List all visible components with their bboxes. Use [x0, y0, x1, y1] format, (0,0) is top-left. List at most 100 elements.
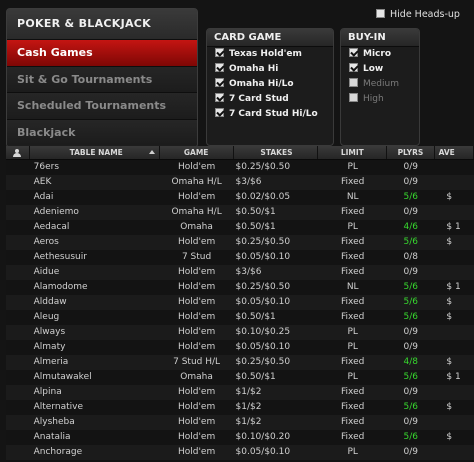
plyrs-cell: 0/8	[403, 252, 419, 262]
plyrs-cell: 0/9	[403, 387, 419, 397]
table-row[interactable]: Almutawakel Omaha $0.50/$1 PL 5/6 $ 1	[6, 370, 474, 385]
buy-in-option[interactable]: High	[341, 92, 419, 107]
avg-cell	[434, 325, 474, 340]
table-name-column-header[interactable]: TABLE NAME	[30, 146, 160, 159]
limit-cell: Fixed	[341, 237, 365, 247]
card-game-title: CARD GAME	[207, 29, 333, 47]
game-cell: Hold'em	[177, 162, 216, 172]
table-row[interactable]: Anatalia Hold'em $0.10/$0.20 Fixed 5/6 $	[6, 430, 474, 445]
table-name-cell: Alddaw	[33, 297, 67, 307]
buy-in-option-label: Low	[363, 64, 384, 74]
limit-cell: Fixed	[341, 267, 365, 277]
card-game-checkbox[interactable]	[215, 93, 224, 102]
game-cell: Omaha H/L	[171, 207, 222, 217]
game-cell: Hold'em	[177, 237, 216, 247]
avg-cell	[434, 205, 474, 220]
stakes-cell: $0.05/$0.10	[235, 342, 291, 352]
game-cell: Hold'em	[177, 402, 216, 412]
row-icon-cell	[6, 340, 30, 355]
buy-in-option[interactable]: Micro	[341, 47, 419, 62]
buy-in-checkbox[interactable]	[349, 63, 358, 72]
buy-in-checkbox[interactable]	[349, 78, 358, 87]
table-row[interactable]: Aidue Hold'em $3/$6 Fixed 0/9	[6, 265, 474, 280]
game-cell: Hold'em	[177, 312, 216, 322]
game-cell: Hold'em	[177, 447, 216, 457]
nav-item-sit-go[interactable]: Sit & Go Tournaments	[7, 65, 197, 92]
stakes-cell: $1/$2	[235, 417, 262, 427]
row-icon-cell	[6, 160, 30, 175]
card-game-option[interactable]: 7 Card Stud Hi/Lo	[207, 107, 333, 122]
table-row[interactable]: Adai Hold'em $0.02/$0.05 NL 5/6 $	[6, 190, 474, 205]
card-game-checkbox[interactable]	[215, 63, 224, 72]
person-icon	[13, 149, 22, 157]
stakes-column-header[interactable]: STAKES	[234, 146, 319, 159]
table-row[interactable]: Almeria 7 Stud H/L $0.25/$0.50 Fixed 4/8 $	[6, 355, 474, 370]
avg-column-header[interactable]: AVE	[435, 146, 474, 159]
row-icon-cell	[6, 295, 30, 310]
nav-item-scheduled-tournaments[interactable]: Scheduled Tournaments	[7, 92, 197, 119]
stakes-cell: $1/$2	[235, 402, 262, 412]
table-row[interactable]: Always Hold'em $0.10/$0.25 PL 0/9	[6, 325, 474, 340]
plyrs-cell: 0/9	[403, 417, 419, 427]
players-column-header[interactable]	[6, 146, 30, 159]
stakes-cell: $0.50/$1	[235, 207, 276, 217]
row-icon-cell	[6, 415, 30, 430]
table-row[interactable]: Alddaw Hold'em $0.05/$0.10 Fixed 5/6 $	[6, 295, 474, 310]
card-game-checkbox[interactable]	[215, 78, 224, 87]
row-icon-cell	[6, 400, 30, 415]
plyrs-column-header[interactable]: PLYRS	[387, 146, 435, 159]
buy-in-checkbox[interactable]	[349, 93, 358, 102]
stakes-cell: $0.50/$1	[235, 372, 276, 382]
card-game-option[interactable]: Texas Hold'em	[207, 47, 333, 62]
table-row[interactable]: Alysheba Hold'em $1/$2 Fixed 0/9	[6, 415, 474, 430]
game-cell: Hold'em	[177, 432, 216, 442]
buy-in-option[interactable]: Medium	[341, 77, 419, 92]
plyrs-cell: 5/6	[403, 372, 419, 382]
card-game-checkbox[interactable]	[215, 48, 224, 57]
game-cell: Hold'em	[177, 282, 216, 292]
row-icon-cell	[6, 445, 30, 460]
table-row[interactable]: Aedacal Omaha $0.50/$1 PL 4/6 $ 1	[6, 220, 474, 235]
stakes-cell: $0.10/$0.25	[235, 327, 291, 337]
table-name-cell: Adai	[33, 192, 54, 202]
table-row[interactable]: Alpina Hold'em $1/$2 Fixed 0/9	[6, 385, 474, 400]
buy-in-option[interactable]: Low	[341, 62, 419, 77]
limit-cell: PL	[347, 162, 358, 172]
card-game-option[interactable]: 7 Card Stud	[207, 92, 333, 107]
limit-cell: PL	[347, 372, 358, 382]
buy-in-checkbox[interactable]	[349, 48, 358, 57]
stakes-cell: $0.50/$1	[235, 222, 276, 232]
card-game-option[interactable]: Omaha Hi	[207, 62, 333, 77]
avg-cell: $ 1	[446, 372, 461, 382]
stakes-cell: $0.02/$0.05	[235, 192, 291, 202]
table-name-cell: Almutawakel	[33, 372, 92, 382]
card-game-option-label: Omaha Hi	[229, 64, 279, 74]
table-row[interactable]: Anchorage Hold'em $0.05/$0.10 PL 0/9	[6, 445, 474, 460]
hide-heads-up-toggle[interactable]: Hide Heads-up	[376, 8, 460, 22]
nav-item-cash-games[interactable]: Cash Games	[7, 39, 197, 66]
table-row[interactable]: 76ers Hold'em $0.25/$0.50 PL 0/9	[6, 160, 474, 175]
card-game-checkbox[interactable]	[215, 108, 224, 117]
limit-column-header[interactable]: LIMIT	[318, 146, 388, 159]
plyrs-cell: 5/6	[403, 237, 419, 247]
hide-heads-up-checkbox[interactable]	[376, 9, 385, 18]
table-row[interactable]: Almaty Hold'em $0.05/$0.10 PL 0/9	[6, 340, 474, 355]
table-row[interactable]: Aleug Hold'em $0.50/$1 Fixed 5/6 $	[6, 310, 474, 325]
plyrs-cell: 0/9	[403, 327, 419, 337]
plyrs-cell: 5/6	[403, 282, 419, 292]
table-row[interactable]: Alamodome Hold'em $0.25/$0.50 NL 5/6 $ 1	[6, 280, 474, 295]
table-row[interactable]: Adeniemo Omaha H/L $0.50/$1 Fixed 0/9	[6, 205, 474, 220]
table-row[interactable]: Aethesusuir 7 Stud $0.05/$0.10 Fixed 0/8	[6, 250, 474, 265]
table-row[interactable]: Alternative Hold'em $1/$2 Fixed 5/6 $	[6, 400, 474, 415]
table-row[interactable]: Aeros Hold'em $0.25/$0.50 Fixed 5/6 $	[6, 235, 474, 250]
card-game-option[interactable]: Omaha Hi/Lo	[207, 77, 333, 92]
stakes-cell: $0.25/$0.50	[235, 162, 291, 172]
table-row[interactable]: AEK Omaha H/L $3/$6 Fixed 0/9	[6, 175, 474, 190]
game-column-header[interactable]: GAME	[160, 146, 234, 159]
table-body: 76ers Hold'em $0.25/$0.50 PL 0/9 AEK Omaha H/L…	[6, 160, 474, 462]
game-cell: Hold'em	[177, 342, 216, 352]
nav-item-blackjack[interactable]: Blackjack	[7, 118, 197, 145]
table-name-cell: AEK	[33, 177, 52, 187]
stakes-cell: $0.05/$0.10	[235, 252, 291, 262]
row-icon-cell	[6, 430, 30, 445]
